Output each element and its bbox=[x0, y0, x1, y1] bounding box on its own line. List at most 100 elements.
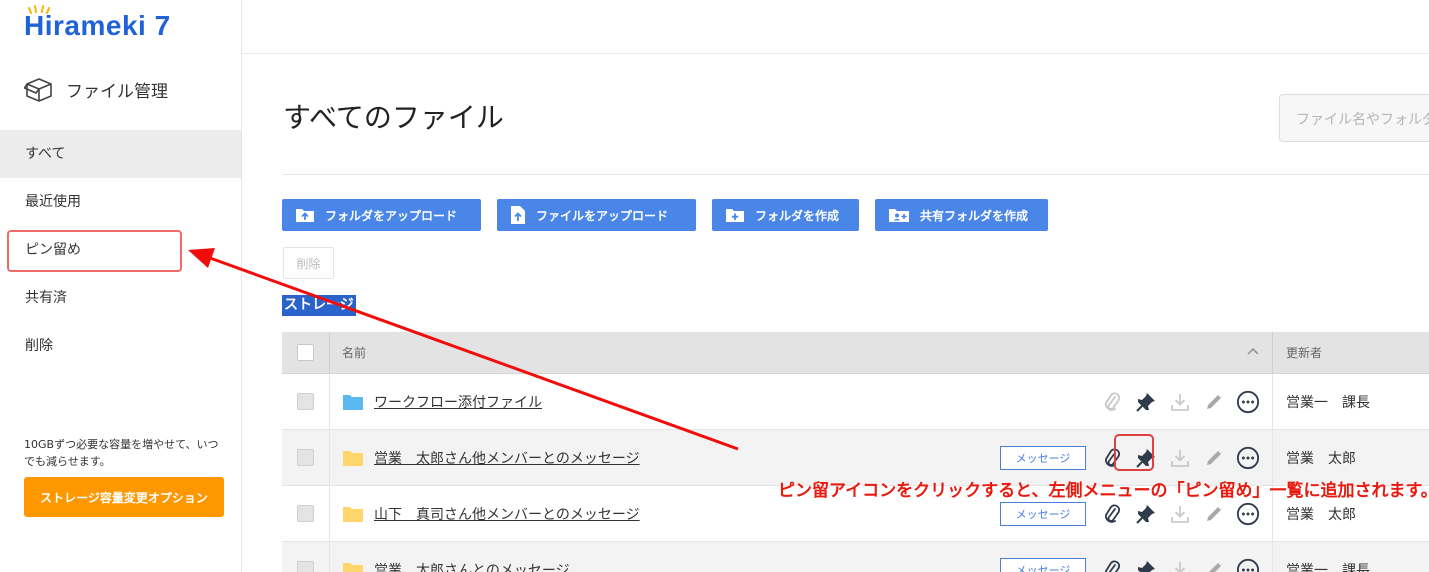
file-name-link[interactable]: 営業 太郎さん他メンバーとのメッセージ bbox=[374, 448, 640, 468]
breadcrumb[interactable]: ストレージ bbox=[282, 295, 356, 316]
file-table: 名前 更新者 ワークフロー添付ファイル 営業一 課長 営業 太郎さん他メンバーとのメ… bbox=[282, 332, 1429, 572]
attachment-button[interactable] bbox=[1100, 502, 1124, 526]
pin-icon bbox=[1136, 504, 1155, 524]
edit-button[interactable] bbox=[1202, 446, 1226, 470]
row-checkbox-cell bbox=[282, 542, 330, 572]
edit-icon bbox=[1208, 562, 1221, 572]
table-row[interactable]: 営業 太郎さんとのメッセージ メッセージ 営業一 課長 bbox=[282, 542, 1429, 572]
search-input[interactable]: ファイル名やフォルダ名で検索 bbox=[1279, 94, 1429, 142]
name-header-label: 名前 bbox=[342, 346, 367, 360]
shared-folder-icon bbox=[889, 209, 909, 222]
app-root: Hirameki 7 ファイル管理 すべて 最近使用 ピン留め 共有済 削除 1… bbox=[0, 0, 1429, 572]
delete-button[interactable]: 削除 bbox=[283, 247, 334, 279]
updater-name: 営業一 課長 bbox=[1286, 562, 1370, 572]
file-name-link[interactable]: 山下 真司さん他メンバーとのメッセージ bbox=[374, 504, 640, 524]
edit-icon bbox=[1207, 450, 1221, 465]
row-checkbox[interactable] bbox=[297, 449, 314, 466]
edit-button[interactable] bbox=[1202, 558, 1226, 572]
attachment-button[interactable] bbox=[1100, 558, 1124, 572]
sort-caret-icon[interactable] bbox=[1246, 346, 1260, 356]
pin-button[interactable] bbox=[1134, 502, 1158, 526]
more-icon bbox=[1236, 502, 1260, 525]
table-row[interactable]: ワークフロー添付ファイル 営業一 課長 bbox=[282, 374, 1429, 430]
highlight-box bbox=[7, 230, 182, 272]
download-button[interactable] bbox=[1168, 390, 1192, 414]
download-icon bbox=[1174, 561, 1186, 572]
message-badge: メッセージ bbox=[1000, 557, 1086, 572]
logo-text: Hirameki 7 bbox=[24, 10, 171, 41]
download-button[interactable] bbox=[1168, 558, 1192, 572]
updater-cell: 営業一 課長 bbox=[1273, 374, 1429, 429]
annotation-text: ピン留アイコンをクリックすると、左側メニューの「ピン留め」一覧に追加されます。 bbox=[778, 481, 1429, 501]
section-title: ファイル管理 bbox=[24, 76, 168, 102]
section-title-label: ファイル管理 bbox=[66, 81, 168, 102]
storage-option-button[interactable]: ストレージ容量変更オプション bbox=[24, 477, 224, 517]
attachment-icon bbox=[1105, 560, 1120, 572]
sidebar-nav: すべて 最近使用 ピン留め 共有済 削除 bbox=[0, 130, 241, 370]
sidebar-item-label: 共有済 bbox=[25, 290, 67, 306]
top-bar bbox=[242, 0, 1429, 54]
sidebar: Hirameki 7 ファイル管理 すべて 最近使用 ピン留め 共有済 削除 1… bbox=[0, 0, 242, 572]
more-button[interactable] bbox=[1236, 558, 1260, 572]
sidebar-item-all[interactable]: すべて bbox=[0, 130, 241, 178]
message-badge: メッセージ bbox=[1000, 501, 1086, 526]
more-icon bbox=[1236, 558, 1260, 572]
more-button[interactable] bbox=[1236, 446, 1260, 470]
row-checkbox[interactable] bbox=[297, 393, 314, 410]
select-all-cell bbox=[282, 332, 330, 373]
updater-column-header[interactable]: 更新者 bbox=[1273, 332, 1429, 373]
row-checkbox-cell bbox=[282, 430, 330, 485]
file-name-link[interactable]: ワークフロー添付ファイル bbox=[374, 392, 542, 412]
create-folder-label: フォルダを作成 bbox=[755, 208, 840, 223]
edit-button[interactable] bbox=[1202, 502, 1226, 526]
folder-icon bbox=[343, 506, 363, 522]
upload-folder-button[interactable]: フォルダをアップロード bbox=[282, 199, 481, 231]
row-checkbox[interactable] bbox=[297, 561, 314, 572]
sidebar-item-pinned[interactable]: ピン留め bbox=[0, 226, 241, 274]
updater-name: 営業 太郎 bbox=[1286, 450, 1356, 467]
download-button[interactable] bbox=[1168, 502, 1192, 526]
message-badge: メッセージ bbox=[1000, 445, 1086, 470]
name-column-header[interactable]: 名前 bbox=[330, 332, 1273, 373]
create-shared-folder-button[interactable]: 共有フォルダを作成 bbox=[875, 199, 1048, 231]
table-body: ワークフロー添付ファイル 営業一 課長 営業 太郎さん他メンバーとのメッセージ メッセ… bbox=[282, 374, 1429, 572]
row-checkbox[interactable] bbox=[297, 505, 314, 522]
folder-add-icon bbox=[726, 209, 744, 222]
more-button[interactable] bbox=[1236, 502, 1260, 526]
create-folder-button[interactable]: フォルダを作成 bbox=[712, 199, 859, 231]
attachment-button[interactable] bbox=[1100, 390, 1124, 414]
sidebar-item-label: 削除 bbox=[25, 338, 53, 354]
upload-file-button[interactable]: ファイルをアップロード bbox=[497, 199, 696, 231]
folder-icon bbox=[343, 450, 363, 466]
file-upload-icon bbox=[511, 206, 525, 224]
sidebar-item-recent[interactable]: 最近使用 bbox=[0, 178, 241, 226]
logo[interactable]: Hirameki 7 bbox=[24, 5, 171, 46]
divider bbox=[283, 174, 1429, 175]
sidebar-item-shared[interactable]: 共有済 bbox=[0, 274, 241, 322]
toolbar: フォルダをアップロード ファイルをアップロード フォルダを作成 共有フォルダを作… bbox=[282, 199, 1048, 231]
attachment-icon bbox=[1105, 392, 1120, 411]
pin-button[interactable] bbox=[1134, 390, 1158, 414]
folder-upload-icon bbox=[296, 209, 314, 222]
pin-button[interactable] bbox=[1134, 558, 1158, 572]
download-button[interactable] bbox=[1168, 446, 1192, 470]
updater-cell: 営業一 課長 bbox=[1273, 542, 1429, 572]
updater-name: 営業一 課長 bbox=[1286, 394, 1370, 411]
download-icon bbox=[1171, 505, 1189, 523]
storage-note: 10GBずつ必要な容量を増やせて、いつでも減らせます。 bbox=[24, 438, 219, 468]
edit-button[interactable] bbox=[1202, 390, 1226, 414]
edit-icon bbox=[1207, 506, 1221, 521]
box-icon bbox=[24, 78, 52, 102]
pin-highlight-box bbox=[1114, 434, 1154, 471]
updater-header-label: 更新者 bbox=[1286, 346, 1323, 360]
more-button[interactable] bbox=[1236, 390, 1260, 414]
updater-name: 営業 太郎 bbox=[1286, 506, 1356, 523]
select-all-checkbox[interactable] bbox=[297, 344, 314, 361]
sidebar-item-deleted[interactable]: 削除 bbox=[0, 322, 241, 370]
create-shared-folder-label: 共有フォルダを作成 bbox=[920, 208, 1029, 223]
sidebar-item-label: すべて bbox=[25, 146, 66, 162]
row-actions bbox=[1100, 374, 1260, 429]
file-name-link[interactable]: 営業 太郎さんとのメッセージ bbox=[374, 560, 570, 572]
folder-icon bbox=[343, 562, 363, 572]
more-icon bbox=[1236, 446, 1260, 469]
